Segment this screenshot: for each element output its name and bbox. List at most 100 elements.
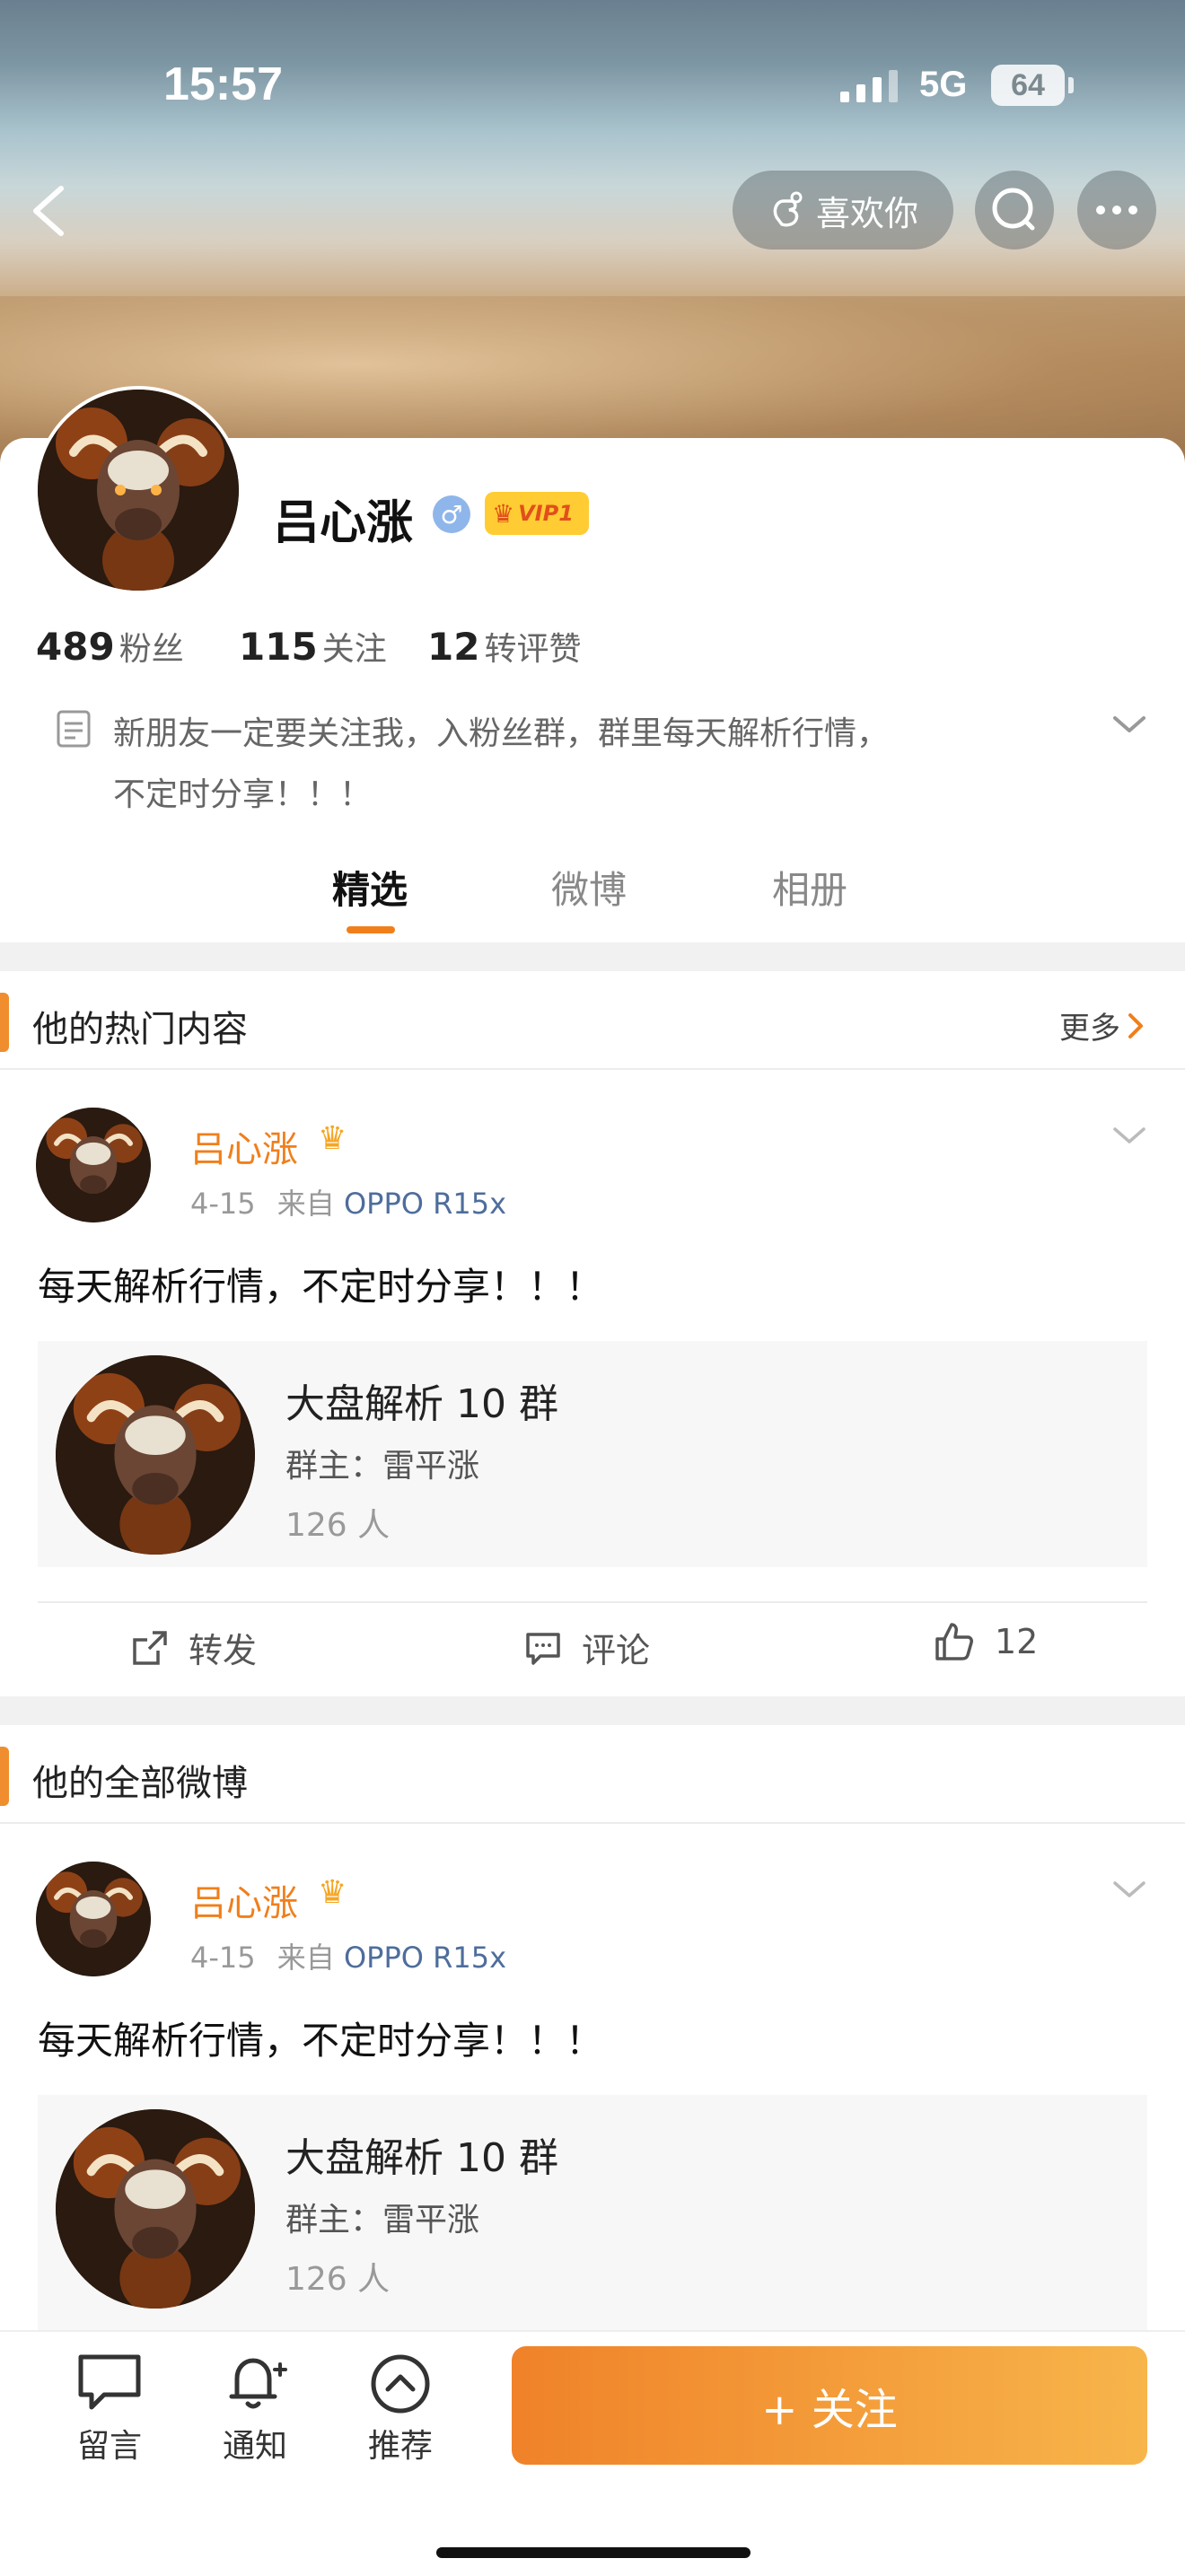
comment-label: 评论 [582, 1631, 651, 1670]
tab-album[interactable]: 相册 [772, 860, 847, 915]
post-meta: 4-15 来自 OPPO R15x [190, 1935, 506, 1976]
search-button[interactable] [975, 171, 1054, 250]
notify-button[interactable]: 通知 [201, 2352, 309, 2466]
post-date: 4-15 [190, 1941, 256, 1975]
stat-label: 关注 [321, 631, 387, 668]
tab-featured[interactable]: 精选 [332, 860, 408, 915]
repost-icon [133, 1630, 167, 1665]
like-you-button[interactable]: 喜欢你 [733, 171, 953, 250]
battery-level: 64 [1011, 67, 1045, 102]
section-marker [0, 1747, 9, 1806]
message-icon [78, 2354, 141, 2410]
stat-num: 489 [36, 625, 115, 669]
divider [0, 1068, 1185, 1070]
bull-icon [56, 1355, 255, 1555]
group-owner: 群主：雷平涨 [285, 2202, 480, 2239]
group-name: 大盘解析 10 群 [285, 2135, 558, 2181]
bio-line-1: 新朋友一定要关注我，入粉丝群，群里每天解析行情， [113, 715, 890, 752]
battery-tip [1068, 77, 1074, 93]
network-label: 5G [919, 65, 968, 104]
post-text: 每天解析行情，不定时分享！！！ [38, 1265, 604, 1309]
comment-button[interactable]: 评论 [524, 1623, 650, 1672]
like-button[interactable]: 12 [934, 1621, 1038, 1662]
group-avatar [56, 2109, 255, 2309]
like-count: 12 [995, 1622, 1039, 1661]
document-icon [56, 709, 92, 752]
bull-icon [38, 390, 239, 591]
message-button[interactable]: 留言 [56, 2352, 163, 2466]
more-dots-icon [1096, 206, 1137, 215]
signal-icon [840, 70, 900, 106]
more-label: 更多 [1059, 1011, 1120, 1047]
stat-fans[interactable]: 489 粉丝 [36, 623, 184, 670]
bull-icon [36, 1108, 151, 1222]
post-author[interactable]: 吕心涨 [190, 1120, 298, 1172]
tab-weibo[interactable]: 微博 [551, 860, 627, 915]
section-gap [0, 942, 1185, 971]
hot-section-title: 他的热门内容 [32, 1009, 248, 1050]
notify-label: 通知 [222, 2428, 287, 2465]
bio-line-2: 不定时分享！！！ [113, 776, 373, 813]
post-source[interactable]: OPPO R15x [344, 1941, 506, 1975]
male-icon: ♂ [433, 495, 470, 533]
stat-num: 115 [239, 625, 318, 669]
follow-button[interactable]: + 关注 [512, 2346, 1147, 2465]
chevron-left-icon [33, 186, 64, 236]
group-owner: 群主：雷平涨 [285, 1448, 480, 1485]
stat-following[interactable]: 115 关注 [239, 623, 387, 670]
group-avatar [56, 1355, 255, 1555]
search-icon [992, 188, 1035, 231]
thumbs-up-icon [935, 1623, 973, 1660]
crown-icon: ♛ [492, 498, 515, 529]
message-label: 留言 [76, 2428, 142, 2465]
divider [0, 1822, 1185, 1824]
back-button[interactable] [23, 180, 77, 242]
post-avatar[interactable] [36, 1108, 151, 1222]
divider [38, 1601, 1147, 1603]
group-name: 大盘解析 10 群 [285, 1381, 558, 1427]
bull-icon [36, 1862, 151, 1976]
bio-expand-button[interactable] [1110, 711, 1149, 741]
home-indicator [436, 2547, 750, 2558]
post-source-prefix: 来自 [276, 1187, 335, 1221]
post-menu-button[interactable] [1110, 1876, 1149, 1906]
repost-label: 转发 [189, 1631, 258, 1670]
stat-label: 转评赞 [484, 631, 582, 668]
post-source-prefix: 来自 [276, 1941, 335, 1975]
battery-icon: 64 [991, 65, 1065, 106]
post-author[interactable]: 吕心涨 [190, 1874, 298, 1926]
stat-label: 粉丝 [118, 631, 184, 668]
all-section-title: 他的全部微博 [32, 1763, 248, 1804]
post-text: 每天解析行情，不定时分享！！！ [38, 2019, 604, 2063]
recommend-button[interactable]: 推荐 [347, 2352, 454, 2466]
chevron-down-icon [1113, 1127, 1146, 1143]
post-avatar[interactable] [36, 1862, 151, 1976]
post-date: 4-15 [190, 1187, 256, 1221]
vip-badge[interactable]: ♛ VIP1 [485, 492, 589, 535]
profile-name: 吕心涨 [273, 496, 414, 550]
bull-icon [56, 2109, 255, 2309]
post-source[interactable]: OPPO R15x [344, 1187, 506, 1221]
more-button[interactable] [1077, 171, 1156, 250]
group-count: 126 人 [285, 1507, 391, 1544]
stat-num: 12 [427, 625, 480, 669]
tab-active-indicator [347, 926, 395, 933]
comment-icon [526, 1632, 560, 1665]
chevron-up-circle-icon [371, 2354, 430, 2414]
more-link[interactable]: 更多 [1059, 1003, 1146, 1047]
bell-plus-icon [229, 2358, 287, 2409]
chevron-right-icon [1128, 1012, 1143, 1038]
chevron-down-icon [1113, 1881, 1146, 1897]
repost-button[interactable]: 转发 [131, 1623, 257, 1672]
chevron-down-icon [1113, 716, 1146, 732]
stat-interactions[interactable]: 12 转评赞 [427, 623, 582, 670]
recommend-label: 推荐 [367, 2428, 433, 2465]
crown-icon: ♛ [318, 1874, 347, 1911]
post-meta: 4-15 来自 OPPO R15x [190, 1181, 506, 1222]
section-marker [0, 993, 9, 1052]
group-count: 126 人 [285, 2261, 391, 2298]
post-menu-button[interactable] [1110, 1122, 1149, 1152]
profile-avatar[interactable] [34, 386, 242, 594]
hand-heart-icon [773, 191, 803, 227]
crown-icon: ♛ [318, 1120, 347, 1157]
